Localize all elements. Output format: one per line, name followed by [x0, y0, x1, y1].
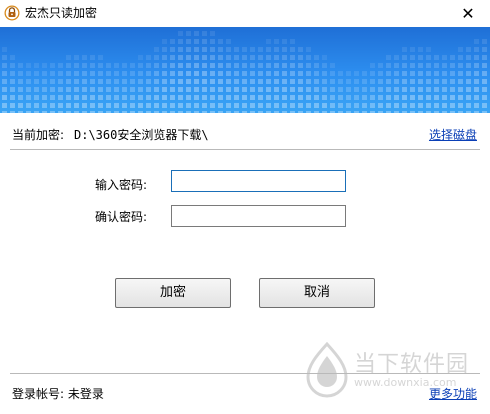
- account-value: 未登录: [67, 387, 104, 401]
- confirm-password-label: 确认密码:: [95, 210, 148, 224]
- current-encryption-path: D:\360安全浏览器下载\: [74, 128, 209, 142]
- current-encryption-label: 当前加密:: [12, 128, 65, 142]
- cancel-button[interactable]: 取消: [259, 278, 375, 308]
- more-features-link[interactable]: 更多功能: [429, 385, 477, 402]
- lock-icon: [4, 5, 20, 21]
- confirm-password-input[interactable]: [171, 205, 346, 227]
- title-bar[interactable]: 宏杰只读加密 ✕: [0, 0, 490, 27]
- divider: [10, 373, 480, 374]
- encrypt-button[interactable]: 加密: [115, 278, 231, 308]
- divider: [10, 149, 480, 150]
- dot-wave-decoration: [2, 31, 487, 113]
- downxia-logo-icon: [306, 342, 348, 398]
- password-input[interactable]: [171, 170, 346, 192]
- window-title: 宏杰只读加密: [25, 6, 98, 20]
- header-banner: [0, 27, 490, 113]
- select-disk-link[interactable]: 选择磁盘: [429, 126, 477, 143]
- close-icon: ✕: [461, 4, 475, 23]
- app-window: 宏杰只读加密 ✕ 当前加密: D:\360安全浏览器下载\ 选择磁盘 输入密码:…: [0, 0, 490, 414]
- account-status: 登录帐号: 未登录: [12, 385, 104, 402]
- close-button[interactable]: ✕: [446, 0, 490, 27]
- password-label: 输入密码:: [95, 178, 148, 192]
- account-label: 登录帐号:: [12, 387, 65, 401]
